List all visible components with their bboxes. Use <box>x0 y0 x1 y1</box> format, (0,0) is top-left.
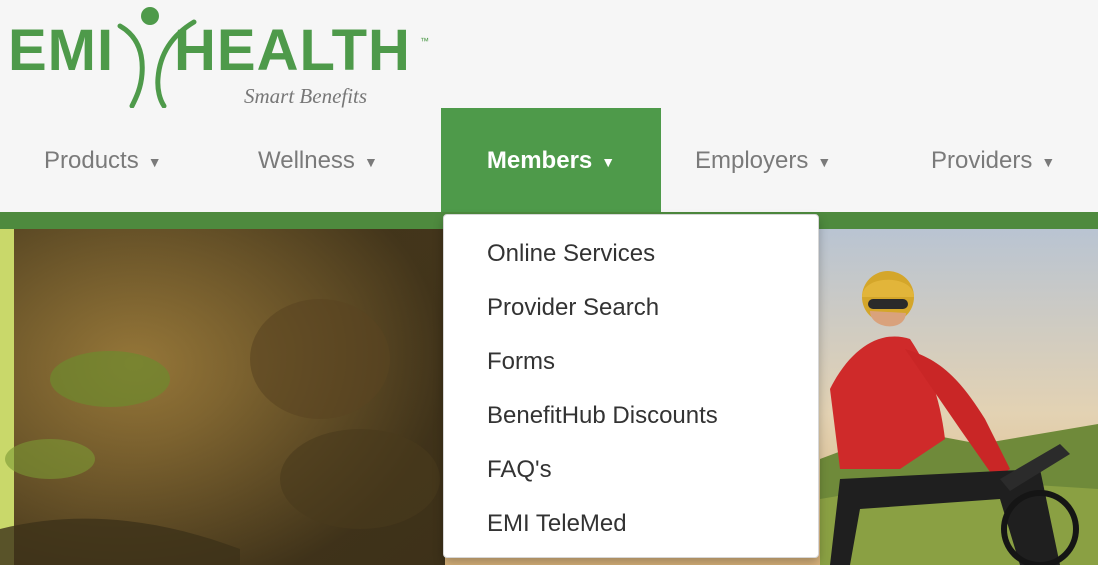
menu-item-benefithub-discounts[interactable]: BenefitHub Discounts <box>444 397 818 451</box>
menu-item-emi-telemed[interactable]: EMI TeleMed <box>444 505 818 559</box>
caret-down-icon: ▼ <box>817 154 832 170</box>
caret-down-icon: ▼ <box>147 154 162 170</box>
site-header: EMI HEALTH ™ Smart Benefits Products ▼ We… <box>0 0 1098 212</box>
nav-employers[interactable]: Employers ▼ <box>695 108 831 212</box>
nav-members[interactable]: Members ▼ <box>441 108 661 212</box>
nav-providers-label: Providers <box>931 147 1033 174</box>
menu-item-forms[interactable]: Forms <box>444 343 818 397</box>
logo-text-health: HEALTH <box>174 18 411 83</box>
trademark-symbol: ™ <box>420 36 429 46</box>
caret-down-icon: ▼ <box>601 154 616 170</box>
logo-tagline: Smart Benefits <box>244 84 368 108</box>
members-dropdown-menu: Online Services Provider Search Forms Be… <box>443 214 819 558</box>
nav-members-label: Members <box>486 147 593 174</box>
nav-providers[interactable]: Providers ▼ <box>931 108 1055 212</box>
emi-health-logo[interactable]: EMI HEALTH ™ Smart Benefits <box>8 4 429 112</box>
caret-down-icon: ▼ <box>363 154 378 170</box>
nav-employers-label: Employers <box>695 147 809 174</box>
main-nav: Products ▼ Wellness ▼ Members ▼ Employers ▼ … <box>0 108 1098 212</box>
menu-item-provider-search[interactable]: Provider Search <box>444 289 818 343</box>
nav-wellness-label: Wellness <box>258 147 355 174</box>
nav-products[interactable]: Products ▼ <box>44 108 162 212</box>
caret-down-icon: ▼ <box>1041 154 1056 170</box>
logo-text-emi: EMI <box>8 18 115 83</box>
menu-item-online-services[interactable]: Online Services <box>444 235 818 289</box>
menu-item-faqs[interactable]: FAQ's <box>444 451 818 505</box>
nav-wellness[interactable]: Wellness ▼ <box>258 108 378 212</box>
nav-products-label: Products <box>44 147 139 174</box>
